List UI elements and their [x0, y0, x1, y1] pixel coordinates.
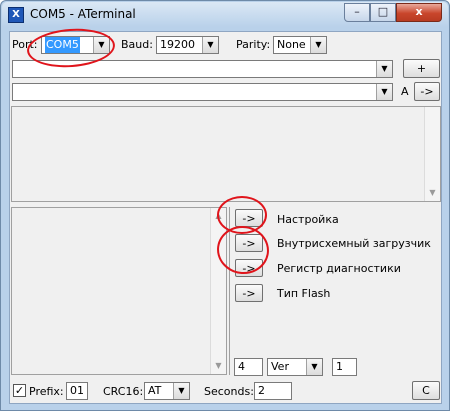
title-bar[interactable]: X COM5 - ATerminal – □ x: [2, 2, 448, 27]
parity-select[interactable]: None ▼: [273, 36, 327, 54]
parity-label: Parity:: [236, 38, 271, 51]
send-command-button[interactable]: ->: [414, 82, 440, 101]
port-label: Port:: [12, 38, 38, 51]
output-log-scrollbar[interactable]: ▼: [424, 107, 440, 201]
app-window: X COM5 - ATerminal – □ x Port: COM5 ▼ Ba…: [0, 0, 450, 411]
window-title: COM5 - ATerminal: [30, 7, 136, 21]
minimize-button[interactable]: –: [344, 3, 370, 22]
chevron-down-icon[interactable]: ▼: [310, 37, 326, 53]
splitter[interactable]: [229, 207, 230, 375]
port-select[interactable]: COM5 ▼: [41, 36, 110, 54]
chevron-down-icon[interactable]: ▼: [211, 358, 226, 374]
parity-value: None: [277, 38, 306, 51]
add-command-button[interactable]: +: [403, 59, 440, 78]
chevron-down-icon[interactable]: ▼: [93, 37, 109, 53]
prefix-label: Prefix:: [29, 385, 64, 398]
chevron-down-icon[interactable]: ▼: [173, 383, 189, 399]
chevron-down-icon[interactable]: ▼: [306, 359, 322, 375]
baud-value: 19200: [160, 38, 195, 51]
crc-value: AT: [148, 384, 162, 397]
crc-label: CRC16:: [103, 385, 144, 398]
mode-select[interactable]: Ver ▼: [267, 358, 323, 376]
ascii-mode-label[interactable]: A: [401, 85, 409, 98]
close-button[interactable]: x: [396, 3, 442, 22]
send-cmd-bootloader-button[interactable]: ->: [235, 234, 263, 252]
send-cmd-nastroyka-button[interactable]: ->: [235, 209, 263, 227]
count-input[interactable]: 4: [234, 358, 263, 376]
prefix-checkbox[interactable]: ✓: [13, 384, 26, 397]
crc-select[interactable]: AT ▼: [144, 382, 190, 400]
chevron-up-icon[interactable]: ▲: [211, 208, 226, 224]
command-combo-1[interactable]: ▼: [12, 60, 393, 78]
clear-button[interactable]: C: [412, 381, 440, 400]
port-value: COM5: [45, 37, 80, 53]
cmd-bootloader-label: Внутрисхемный загрузчик: [277, 237, 431, 250]
baud-select[interactable]: 19200 ▼: [156, 36, 219, 54]
chevron-down-icon[interactable]: ▼: [376, 84, 392, 100]
output-log[interactable]: ▼: [11, 106, 441, 202]
command-combo-2[interactable]: ▼: [12, 83, 393, 101]
chevron-down-icon[interactable]: ▼: [425, 185, 440, 201]
aterminal-app-icon: X: [8, 7, 24, 23]
cmd-flash-type-label: Тип Flash: [277, 287, 331, 300]
seconds-label: Seconds:: [204, 385, 254, 398]
history-list-scrollbar[interactable]: ▲ ▼: [210, 208, 226, 374]
cmd-nastroyka-label: Настройка: [277, 213, 339, 226]
client-area: Port: COM5 ▼ Baud: 19200 ▼ Parity: None …: [9, 31, 442, 404]
chevron-down-icon[interactable]: ▼: [202, 37, 218, 53]
prefix-input[interactable]: 01: [66, 382, 88, 400]
history-list[interactable]: ▲ ▼: [11, 207, 227, 375]
chevron-down-icon[interactable]: ▼: [376, 61, 392, 77]
cmd-diagnostics-label: Регистр диагностики: [277, 262, 401, 275]
mode-value: Ver: [271, 360, 289, 373]
seconds-input[interactable]: 2: [254, 382, 292, 400]
send-cmd-flash-type-button[interactable]: ->: [235, 284, 263, 302]
baud-label: Baud:: [121, 38, 153, 51]
param-input[interactable]: 1: [332, 358, 357, 376]
send-cmd-diagnostics-button[interactable]: ->: [235, 259, 263, 277]
maximize-button[interactable]: □: [370, 3, 396, 22]
